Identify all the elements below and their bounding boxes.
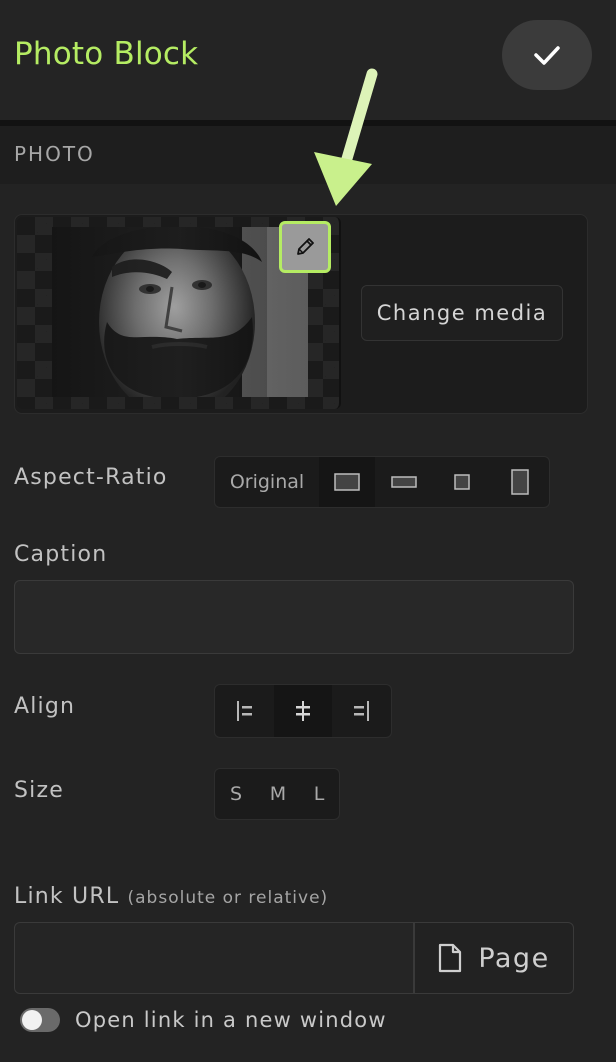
aspect-portrait-option[interactable] <box>491 457 549 507</box>
checkmark-icon <box>534 46 560 65</box>
portrait-ratio-icon <box>511 469 529 495</box>
photo-panel: Change media <box>14 214 588 414</box>
size-small-option[interactable]: S <box>215 769 257 819</box>
link-url-title: Link URL <box>14 884 120 909</box>
size-selector: S M L <box>214 768 340 820</box>
portrait-image <box>52 227 308 397</box>
aspect-ratio-selector: Original <box>214 456 550 508</box>
aspect-original-label: Original <box>229 471 305 493</box>
link-url-label: Link URL (absolute or relative) <box>14 884 328 909</box>
link-url-field[interactable] <box>14 922 414 994</box>
aspect-landscape-option[interactable] <box>319 457 375 507</box>
caption-field[interactable] <box>14 580 574 654</box>
align-right-option[interactable] <box>332 685 391 737</box>
landscape-ratio-icon <box>334 473 360 491</box>
align-right-icon <box>354 701 370 721</box>
align-center-icon <box>296 701 310 721</box>
align-left-icon <box>236 701 252 721</box>
annotation-arrow <box>314 68 378 206</box>
aspect-ratio-label: Aspect-Ratio <box>14 465 168 490</box>
new-window-label: Open link in a new window <box>75 1008 387 1032</box>
photo-thumbnail-frame <box>17 217 341 409</box>
edit-photo-button[interactable] <box>279 221 331 273</box>
aspect-square-option[interactable] <box>433 457 491 507</box>
document-icon <box>439 943 462 973</box>
align-left-option[interactable] <box>215 685 274 737</box>
section-title: PHOTO <box>14 142 95 166</box>
photo-thumbnail[interactable] <box>52 227 308 397</box>
square-ratio-icon <box>454 474 470 490</box>
size-large-option[interactable]: L <box>299 769 339 819</box>
aspect-wide-option[interactable] <box>375 457 433 507</box>
page-button-label: Page <box>478 942 550 974</box>
pencil-icon <box>297 238 314 255</box>
change-media-button[interactable]: Change media <box>361 285 563 341</box>
size-label: Size <box>14 778 64 803</box>
caption-label: Caption <box>14 542 108 567</box>
align-label: Align <box>14 694 76 719</box>
page-link-button[interactable]: Page <box>414 922 574 994</box>
align-center-option[interactable] <box>274 685 332 737</box>
page-title: Photo Block <box>14 36 199 72</box>
wide-ratio-icon <box>391 476 417 488</box>
aspect-original-option[interactable]: Original <box>215 457 319 507</box>
align-selector <box>214 684 392 738</box>
confirm-button[interactable] <box>502 20 592 90</box>
size-medium-option[interactable]: M <box>257 769 299 819</box>
link-url-hint: (absolute or relative) <box>127 888 329 908</box>
toggle-knob <box>22 1010 42 1030</box>
new-window-toggle[interactable] <box>20 1008 60 1032</box>
